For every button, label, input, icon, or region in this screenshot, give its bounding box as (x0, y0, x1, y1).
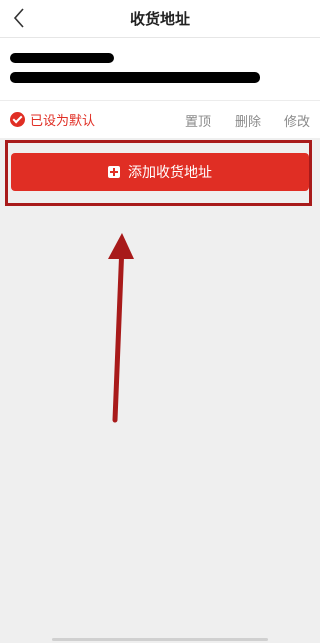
delete-button[interactable]: 删除 (235, 111, 261, 130)
redacted-address (10, 72, 260, 83)
default-label: 已设为默认 (30, 114, 96, 129)
top-bar: 收货地址 (0, 0, 320, 38)
check-circle-icon (10, 112, 25, 127)
default-toggle[interactable]: 已设为默认 (10, 111, 96, 129)
page-title: 收货地址 (129, 10, 190, 28)
plus-square-icon (108, 166, 120, 178)
add-address-button[interactable]: 添加收货地址 (11, 153, 309, 191)
address-card[interactable] (0, 38, 320, 100)
pin-button[interactable]: 置顶 (185, 111, 211, 130)
add-address-label: 添加收货地址 (128, 165, 212, 181)
address-actions-row: 已设为默认 置顶 删除 修改 (0, 101, 320, 138)
edit-button[interactable]: 修改 (284, 111, 310, 130)
home-indicator (52, 638, 268, 641)
redacted-recipient (10, 53, 114, 63)
annotation-arrow (108, 233, 134, 423)
